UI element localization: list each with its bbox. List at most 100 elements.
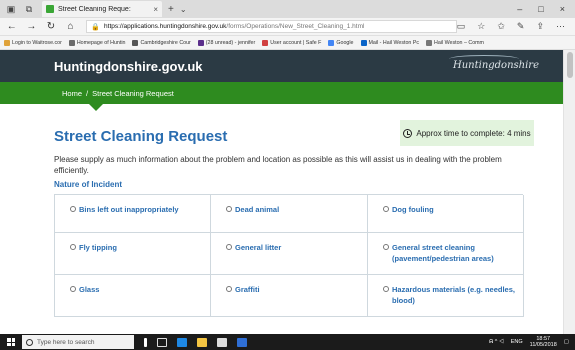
radio-button[interactable] [70,286,76,292]
favorite-label: Mail - Hail Weston Pc [368,39,420,46]
back-button[interactable]: ← [4,21,20,32]
radio-button[interactable] [383,286,389,292]
tab-close-button[interactable]: × [153,5,158,14]
page-scrollbar[interactable] [563,50,575,334]
main-content: Street Cleaning Request Approx time to c… [54,110,534,317]
taskbar-search-box[interactable]: Type here to search [22,335,134,349]
radio-button[interactable] [70,244,76,250]
store-icon[interactable] [217,337,227,347]
favorite-label: (28 unread) - jennifer [205,39,256,46]
notifications-icon[interactable]: ▢ [564,339,569,345]
edge-browser-icon[interactable] [177,337,187,347]
breadcrumb-home-link[interactable]: Home [62,89,82,98]
home-button[interactable]: ⌂ [63,21,79,32]
page-title: Street Cleaning Request [54,128,228,145]
site-favicon-icon [46,5,54,13]
radio-button[interactable] [226,244,232,250]
taskbar-clock[interactable]: 18:57 11/05/2018 [530,336,557,348]
microphone-icon[interactable] [144,337,147,347]
option-fly-tipping[interactable]: Fly tipping [55,233,211,275]
radio-button[interactable] [70,206,76,212]
tab-menu-button[interactable]: ⌄ [180,5,187,14]
cortana-icon [26,338,33,346]
more-menu-icon[interactable]: ⋯ [556,21,565,32]
language-indicator[interactable]: ENG [511,339,523,345]
clock-date: 11/05/2018 [529,342,557,348]
option-label: Bins left out inappropriately [79,205,179,214]
forward-button[interactable]: → [24,21,40,32]
tab-actions-icon[interactable]: ▣ [4,3,18,15]
option-dead-animal[interactable]: Dead animal [211,195,368,233]
word-icon[interactable] [237,337,247,347]
close-window-button[interactable]: × [560,4,565,14]
browser-toolbar-icons: ▭ ☆ ✩ ✎ ⇪ ⋯ [457,21,575,32]
address-bar: ← → ↻ ⌂ 🔒 https://applications.huntingdo… [0,18,575,36]
breadcrumb-separator: / [86,88,89,98]
favorite-link[interactable]: User account | Safe F [262,39,322,46]
option-label: General street cleaning (pavement/pedest… [392,243,494,263]
refresh-button[interactable]: ↻ [43,21,59,32]
windows-taskbar: Type here to search ᕱ ^ ◁ ENG 18:57 11/0… [0,334,575,350]
option-general-street-cleaning[interactable]: General street cleaning (pavement/pedest… [368,233,524,275]
favorite-star-icon[interactable]: ☆ [477,21,485,32]
radio-button[interactable] [226,286,232,292]
council-logo[interactable]: Huntingdonshire [449,55,539,71]
taskbar-search-placeholder: Type here to search [37,338,95,346]
option-bins-left-out[interactable]: Bins left out inappropriately [55,195,211,233]
browser-tab-strip: ▣ ⧉ Street Cleaning Reque: × + ⌄ – □ × [0,0,575,18]
site-header: Huntingdonshire.gov.uk Huntingdonshire [0,50,563,82]
favorite-label: Homepage of Huntin [76,39,126,46]
radio-button[interactable] [383,244,389,250]
favorite-label: Cambridgeshire Cour [140,39,191,46]
window-controls: – □ × [517,0,571,18]
favorite-favicon-icon [426,39,433,46]
breadcrumb-current: Street Cleaning Request [92,88,174,98]
favorite-link[interactable]: Hail Weston – Comm [426,39,484,46]
minimize-button[interactable]: – [517,4,522,14]
tray-icons[interactable]: ᕱ ^ ◁ [489,339,504,346]
radio-button[interactable] [226,206,232,212]
favorite-link[interactable]: (28 unread) - jennifer [197,39,256,46]
favorite-favicon-icon [360,39,367,46]
option-label: Hazardous materials (e.g. needles, blood… [392,285,515,305]
favorites-bar: Login to Waitrose.cor Homepage of Huntin C… [0,36,575,50]
favorite-link[interactable]: Mail - Hail Weston Pc [360,39,420,46]
favorite-link[interactable]: Homepage of Huntin [68,39,126,46]
browser-tab[interactable]: Street Cleaning Reque: × [42,1,162,17]
option-label: General litter [235,243,282,252]
option-glass[interactable]: Glass [55,275,211,317]
option-graffiti[interactable]: Graffiti [211,275,368,317]
favorites-hub-icon[interactable]: ✩ [497,21,505,32]
favorite-link[interactable]: Login to Waitrose.cor [4,39,62,46]
maximize-button[interactable]: □ [538,4,543,14]
favorite-favicon-icon [262,39,269,46]
tab-preview-icon[interactable]: ⧉ [22,3,36,15]
time-notice: Approx time to complete: 4 mins [400,120,534,146]
url-field[interactable]: 🔒 https://applications.huntingdonshire.g… [86,20,457,33]
reading-view-icon[interactable]: ▭ [457,21,466,32]
notes-pen-icon[interactable]: ✎ [517,21,525,32]
option-hazardous-materials[interactable]: Hazardous materials (e.g. needles, blood… [368,275,524,317]
favorite-favicon-icon [132,39,139,46]
breadcrumb: Home / Street Cleaning Request [62,89,174,98]
share-icon[interactable]: ⇪ [536,21,544,32]
radio-button[interactable] [383,206,389,212]
favorite-label: Login to Waitrose.cor [12,39,62,46]
title-row: Street Cleaning Request Approx time to c… [54,120,534,146]
favorite-link[interactable]: Cambridgeshire Cour [132,39,191,46]
new-tab-button[interactable]: + [168,4,174,15]
start-button[interactable] [0,334,22,350]
time-notice-text: Approx time to complete: 4 mins [416,128,531,138]
file-explorer-icon[interactable] [197,337,207,347]
option-general-litter[interactable]: General litter [211,233,368,275]
task-view-icon[interactable] [157,337,167,347]
logo-swoosh-icon [449,55,519,63]
favorite-label: User account | Safe F [270,39,322,46]
option-label: Glass [79,285,100,294]
site-name-link[interactable]: Huntingdonshire.gov.uk [54,59,203,74]
breadcrumb-bar: Home / Street Cleaning Request [0,82,563,104]
scrollbar-thumb[interactable] [567,52,573,78]
favorite-link[interactable]: Google [328,39,354,46]
option-dog-fouling[interactable]: Dog fouling [368,195,524,233]
url-host: https://applications.huntingdonshire.gov… [104,23,227,30]
